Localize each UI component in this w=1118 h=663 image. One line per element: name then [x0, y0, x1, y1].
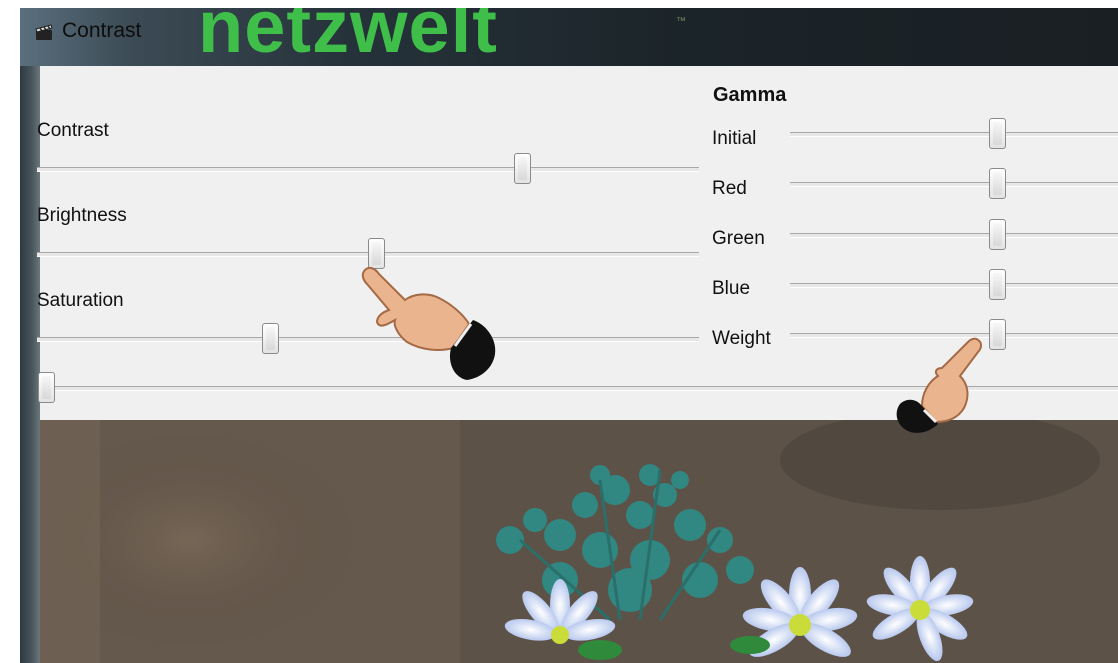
window-title: Contrast — [62, 19, 142, 42]
watermark-trademark: ™ — [676, 16, 686, 27]
flower-photo — [40, 420, 1118, 663]
gamma-green-label: Green — [712, 228, 765, 249]
netzwelt-watermark: netzwelt — [198, 8, 498, 66]
gamma-green-slider-track[interactable] — [790, 233, 1118, 238]
pointing-hand-icon — [361, 266, 496, 380]
image-preview — [40, 420, 1118, 663]
gamma-red-slider-thumb[interactable] — [989, 168, 1007, 199]
gamma-initial-slider-thumb[interactable] — [989, 118, 1007, 149]
pointing-hand-icon — [896, 337, 982, 433]
brightness-label: Brightness — [37, 205, 127, 226]
gamma-weight-slider-thumb[interactable] — [989, 319, 1007, 350]
saturation-slider-thumb[interactable] — [262, 323, 280, 354]
gamma-blue-label: Blue — [712, 278, 751, 299]
gamma-green-slider-thumb[interactable] — [989, 219, 1007, 250]
gamma-heading: Gamma — [713, 84, 787, 106]
gamma-blue-slider-track[interactable] — [790, 283, 1118, 288]
gamma-initial-slider-track[interactable] — [790, 132, 1118, 137]
contrast-label: Contrast — [37, 120, 109, 141]
contrast-slider-thumb[interactable] — [513, 153, 531, 184]
gamma-red-slider-track[interactable] — [790, 182, 1118, 187]
gamma-red-label: Red — [712, 178, 747, 199]
window-frame-edge — [20, 66, 40, 663]
gamma-blue-slider-thumb[interactable] — [989, 269, 1007, 300]
gamma-initial-label: Initial — [712, 128, 757, 149]
saturation-label: Saturation — [37, 290, 124, 311]
window-title-bar[interactable]: netzwelt ™ Contrast — [20, 8, 1118, 66]
gamma-weight-label: Weight — [712, 328, 771, 349]
clapperboard-icon[interactable] — [34, 22, 54, 42]
full-width-slider-thumb[interactable] — [38, 372, 55, 403]
contrast-slider-track[interactable] — [37, 167, 699, 172]
window-left-margin — [0, 0, 20, 663]
